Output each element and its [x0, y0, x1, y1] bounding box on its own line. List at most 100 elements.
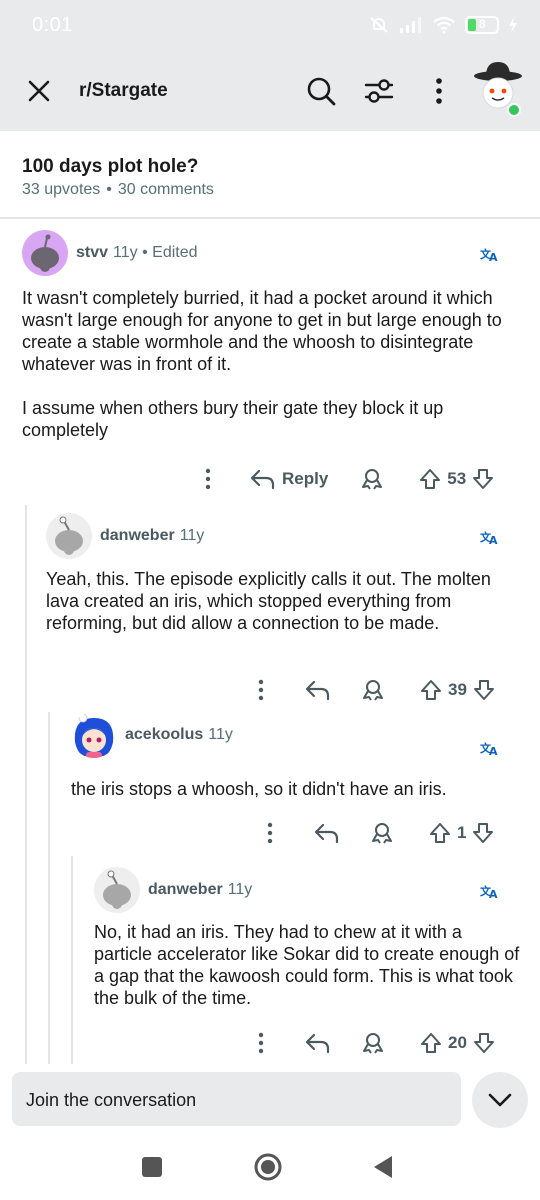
upvote-icon[interactable] [418, 467, 442, 491]
post-meta: 33 upvotes • 30 comments [22, 181, 214, 199]
svg-text:A: A [489, 888, 498, 899]
downvote-icon[interactable] [472, 1031, 496, 1055]
system-nav-bar [0, 1136, 540, 1200]
award-icon[interactable] [360, 467, 384, 491]
snoo-avatar-icon [103, 870, 131, 909]
award-icon[interactable] [370, 821, 394, 845]
comment-paragraph: It wasn't completely burried, it had a p… [22, 288, 502, 374]
vote-count: 39 [448, 680, 467, 699]
snoo-avatar-icon [55, 516, 83, 555]
battery-icon: 8 [465, 16, 499, 34]
join-conversation-input[interactable]: Join the conversation [12, 1072, 461, 1126]
upvote-icon[interactable] [428, 821, 452, 845]
reply-icon[interactable] [305, 679, 331, 701]
more-vertical-icon[interactable] [249, 1028, 273, 1058]
recent-apps-icon[interactable] [141, 1156, 163, 1178]
comment-age: 11y [227, 881, 253, 898]
comment-actions: 20 [249, 1028, 496, 1058]
anime-avatar-icon [74, 713, 114, 758]
edited-label: • Edited [142, 244, 198, 261]
post-title[interactable]: 100 days plot hole? [22, 156, 198, 178]
charging-icon [509, 17, 517, 33]
upvote-count: 33 upvotes [22, 181, 101, 198]
reply-label: Reply [282, 469, 329, 488]
reply-button[interactable]: Reply [250, 468, 328, 490]
comment-actions: 39 [249, 675, 496, 705]
vote-count: 53 [447, 469, 467, 488]
svg-text:A: A [489, 745, 498, 756]
comment-body: It wasn't completely burried, it had a p… [22, 287, 518, 441]
downvote-icon[interactable] [472, 678, 496, 702]
reply-icon[interactable] [314, 822, 340, 844]
wifi-icon [433, 16, 455, 34]
comment-body: Yeah, this. The episode explicitly calls… [46, 568, 520, 634]
translate-icon[interactable]: 文A [480, 246, 500, 262]
status-bar: 0:01 8 [0, 0, 540, 52]
comment-meta: danweber 11y [100, 527, 204, 545]
composer-placeholder: Join the conversation [26, 1090, 197, 1110]
translate-icon[interactable]: 文A [480, 883, 500, 899]
back-icon[interactable] [372, 1154, 394, 1180]
upvote-icon[interactable] [419, 678, 443, 702]
comment-age: 11y [179, 527, 205, 544]
username[interactable]: danweber [100, 527, 175, 544]
comment-paragraph: No, it had an iris. They had to chew at … [94, 922, 520, 1008]
comment-paragraph: the iris stops a whoosh, so it didn't ha… [71, 779, 447, 799]
comment-body: the iris stops a whoosh, so it didn't ha… [71, 778, 521, 800]
battery-level: 8 [479, 17, 486, 31]
more-vertical-icon[interactable] [196, 464, 220, 494]
chevron-down-icon [488, 1093, 512, 1107]
award-icon[interactable] [361, 678, 385, 702]
comment-meta: acekoolus 11y [125, 726, 233, 744]
snoo-avatar-icon [31, 234, 59, 272]
reply-composer: Join the conversation [0, 1064, 540, 1136]
reply-icon[interactable] [305, 1032, 331, 1054]
mute-icon [370, 17, 388, 33]
status-icons: 8 [368, 15, 518, 35]
svg-text:A: A [489, 534, 498, 545]
comment-age: 11y [208, 726, 233, 743]
subreddit-name[interactable]: r/Stargate [79, 80, 168, 102]
filter-icon[interactable] [362, 74, 396, 108]
avatar[interactable] [94, 867, 140, 913]
award-icon[interactable] [361, 1031, 385, 1055]
comment-body: No, it had an iris. They had to chew at … [94, 921, 524, 1009]
meta-separator: • [106, 181, 112, 198]
translate-icon[interactable]: 文A [480, 740, 500, 756]
comment-actions: Reply 53 [196, 464, 495, 494]
signal-icon [400, 17, 421, 33]
post-header: 100 days plot hole? 33 upvotes • 30 commen… [0, 131, 540, 219]
vote-count: 1 [457, 823, 467, 842]
vote-count: 20 [448, 1033, 467, 1052]
comment-meta: danweber 11y [148, 881, 252, 899]
translate-icon[interactable]: 文A [480, 529, 500, 545]
close-icon[interactable] [24, 76, 54, 106]
comment-actions: 1 [258, 818, 495, 848]
svg-text:A: A [489, 251, 498, 262]
downvote-icon[interactable] [471, 467, 495, 491]
more-vertical-icon[interactable] [258, 818, 282, 848]
downvote-icon[interactable] [471, 821, 495, 845]
comment-age: 11y [113, 244, 138, 261]
top-app-bar: r/Stargate [0, 52, 540, 131]
comment: acekoolus 11y 文A the iris stops a whoosh,… [0, 712, 540, 857]
avatar[interactable] [46, 513, 92, 559]
username[interactable]: danweber [148, 881, 223, 898]
comment: danweber 11y 文A No, it had an iris. They … [0, 857, 540, 1064]
comment-paragraph: Yeah, this. The episode explicitly calls… [46, 569, 491, 633]
avatar[interactable] [22, 230, 68, 276]
scroll-down-button[interactable] [472, 1072, 528, 1128]
user-avatar[interactable] [472, 60, 526, 120]
comment: stvv 11y • Edited 文A It wasn't completely… [0, 220, 540, 500]
avatar[interactable] [71, 712, 117, 758]
more-vertical-icon[interactable] [249, 675, 273, 705]
home-icon[interactable] [253, 1152, 283, 1182]
comment: danweber 11y 文A Yeah, this. The episode e… [0, 505, 540, 710]
username[interactable]: acekoolus [125, 726, 203, 743]
username[interactable]: stvv [76, 244, 108, 261]
comment-meta: stvv 11y • Edited [76, 244, 198, 262]
search-icon[interactable] [304, 74, 338, 108]
upvote-icon[interactable] [419, 1031, 443, 1055]
comment-count: 30 comments [117, 181, 214, 198]
more-vertical-icon[interactable] [424, 74, 454, 108]
